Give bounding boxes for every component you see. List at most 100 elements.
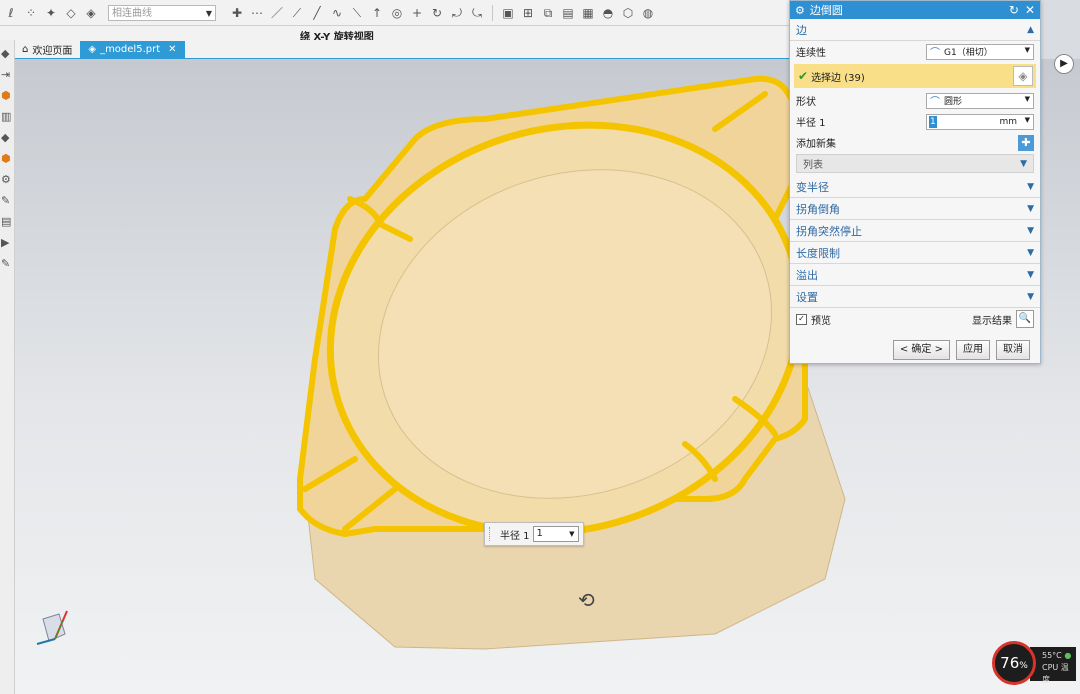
section-overflow[interactable]: 溢出 ▼ [790, 264, 1040, 286]
continuity-select[interactable]: ⌒ G1（相切） ▼ [926, 43, 1034, 60]
point-icon[interactable]: ⁘ [24, 6, 38, 20]
chevron-down-icon: ▼ [1024, 115, 1030, 124]
move-icon[interactable]: ↑ [370, 6, 384, 20]
continuity-icon: ⌒ [930, 48, 940, 59]
chevron-down-icon: ▼ [1027, 181, 1034, 192]
preview-checkbox[interactable]: ✓ [796, 313, 807, 325]
ok-button[interactable]: < 确定 > [892, 340, 950, 360]
rotate-icon[interactable]: ⤾ [450, 6, 464, 20]
right-strip: ▶ [1042, 40, 1080, 694]
play-icon[interactable]: ▶ [1, 237, 13, 249]
part-icon[interactable]: ⬢ [1, 90, 13, 102]
document-tabs: ⌂ 欢迎页面 ◈ _model5.prt ✕ [14, 40, 790, 60]
section-edge[interactable]: 边 ▲ [790, 19, 1040, 41]
resource-bar: ◆ ⇥ ⬢ ▥ ◆ ⬢ ⚙ ✎ ▤ ▶ ✎ [0, 40, 15, 694]
reset-icon[interactable]: ↻ [1009, 3, 1019, 17]
chevron-down-icon: ▼ [1020, 158, 1027, 169]
chevron-down-icon[interactable]: ▼ [569, 527, 574, 541]
render-icon[interactable]: ◍ [641, 6, 655, 20]
line-icon[interactable]: ╱ [310, 6, 324, 20]
cpu-info: 55°C ● CPU 温度 [1030, 647, 1076, 684]
drag-handle[interactable] [489, 527, 494, 541]
shade-icon[interactable]: ◓ [601, 6, 615, 20]
radius-input[interactable]: 1 ▼ [532, 526, 579, 542]
pencil-icon[interactable]: ✎ [1, 258, 13, 270]
close-icon[interactable]: ✕ [168, 44, 176, 55]
tab-model5[interactable]: ◈ _model5.prt ✕ [80, 41, 185, 58]
line-icon[interactable]: ／ [270, 6, 284, 20]
radius-row: 半径 1 1 mm ▼ [790, 111, 1040, 132]
list-toggle[interactable]: 列表 ▼ [796, 154, 1034, 173]
document-icon[interactable]: ▤ [1, 216, 13, 228]
chevron-up-icon: ▲ [1027, 24, 1034, 35]
gear-icon: ⚙ [795, 3, 805, 17]
plus-icon[interactable]: + [410, 6, 424, 20]
pencil-icon[interactable]: ✎ [1, 195, 13, 207]
dots-icon[interactable]: ⋯ [250, 6, 264, 20]
section-stop-short[interactable]: 拐角突然停止 ▼ [790, 220, 1040, 242]
home-icon: ⌂ [22, 44, 29, 55]
cube-icon[interactable]: ◈ [1013, 66, 1033, 86]
tab-welcome[interactable]: ⌂ 欢迎页面 [14, 41, 80, 58]
navigator-icon[interactable]: ⇥ [1, 69, 13, 81]
cube-icon[interactable]: ◇ [64, 6, 78, 20]
line-icon[interactable]: ⟍ [350, 6, 364, 20]
top-toolbar: ℓ ⁘ ✦ ◇ ◈ 相连曲线 ▼ ✚ ⋯ ／ ⟋ ╱ ∿ ⟍ ↑ ◎ + ↻ ⤾… [0, 0, 790, 26]
window-titlebar [0, 26, 790, 40]
chevron-down-icon: ▼ [1024, 45, 1030, 54]
cube-icon[interactable]: ◈ [84, 6, 98, 20]
cube-icon[interactable]: ◆ [1, 48, 13, 60]
apply-button[interactable]: 应用 [956, 340, 990, 360]
add-new-set-button[interactable]: ✚ [1018, 134, 1034, 151]
cube-icon[interactable]: ⬡ [621, 6, 635, 20]
section-length-limit[interactable]: 长度限制 ▼ [790, 242, 1040, 264]
chevron-down-icon: ▼ [1024, 94, 1030, 103]
part-icon[interactable]: ⬢ [1, 153, 13, 165]
check-icon: ✔ [798, 69, 809, 83]
line-icon[interactable]: ⟋ [290, 6, 304, 20]
part-icon: ◈ [88, 44, 97, 55]
rotate-view-icon: ⟲ [578, 588, 595, 612]
circular-shape-icon: ⌒ [930, 97, 940, 108]
section-corner-setback[interactable]: 拐角倒角 ▼ [790, 198, 1040, 220]
curve-icon[interactable]: ℓ [4, 6, 18, 20]
cpu-widget: 55°C ● CPU 温度 76% [992, 641, 1080, 687]
spline-icon[interactable]: ∿ [330, 6, 344, 20]
shape-select[interactable]: ⌒ 圆形 ▼ [926, 92, 1034, 109]
preview-row: ✓ 预览 显示结果 🔍 [790, 308, 1040, 330]
chevron-down-icon: ▼ [1027, 291, 1034, 302]
close-icon[interactable]: ✕ [1025, 3, 1035, 17]
network-icon[interactable]: ⚙ [1, 174, 13, 186]
view-icon[interactable]: ▦ [581, 6, 595, 20]
dialog-buttons: < 确定 > 应用 取消 [790, 330, 1040, 360]
play-icon[interactable]: ▶ [1054, 54, 1074, 74]
cpu-usage-ring: 76% [992, 641, 1036, 685]
cancel-button[interactable]: 取消 [996, 340, 1030, 360]
cube-icon[interactable]: ◆ [1, 132, 13, 144]
section-variable-radius[interactable]: 变半径 ▼ [790, 176, 1040, 198]
assembly-icon[interactable]: ▥ [1, 111, 13, 123]
chevron-down-icon: ▼ [1027, 225, 1034, 236]
fit-icon[interactable]: ▣ [501, 6, 515, 20]
chevron-down-icon: ▼ [1027, 247, 1034, 258]
view-icon[interactable]: ▤ [561, 6, 575, 20]
radius-field[interactable]: 1 mm ▼ [926, 113, 1034, 130]
floating-radius-input: 半径 1 1 ▼ [484, 522, 584, 546]
snap-icon[interactable]: ✚ [230, 6, 244, 20]
dialog-header: ⚙ 边倒圆 ↻ ✕ [790, 1, 1040, 19]
continuity-row: 连续性 ⌒ G1（相切） ▼ [790, 41, 1040, 62]
select-edge-row[interactable]: ✔ 选择边 (39) ◈ [794, 64, 1036, 88]
arrow-icon[interactable]: ✦ [44, 6, 58, 20]
view-icon[interactable]: ⊞ [521, 6, 535, 20]
curve-rule-filter[interactable]: 相连曲线 ▼ [108, 4, 216, 21]
section-settings[interactable]: 设置 ▼ [790, 286, 1040, 308]
shape-row: 形状 ⌒ 圆形 ▼ [790, 90, 1040, 111]
circle-icon[interactable]: ◎ [390, 6, 404, 20]
chevron-down-icon: ▼ [1027, 203, 1034, 214]
rotate-icon[interactable]: ↻ [430, 6, 444, 20]
show-result-button[interactable]: 🔍 [1016, 310, 1034, 328]
rotate-icon[interactable]: ⤿ [470, 6, 484, 20]
leaf-icon: ● [1064, 651, 1072, 660]
orientation-triad [36, 610, 68, 645]
view-icon[interactable]: ⧉ [541, 6, 555, 20]
